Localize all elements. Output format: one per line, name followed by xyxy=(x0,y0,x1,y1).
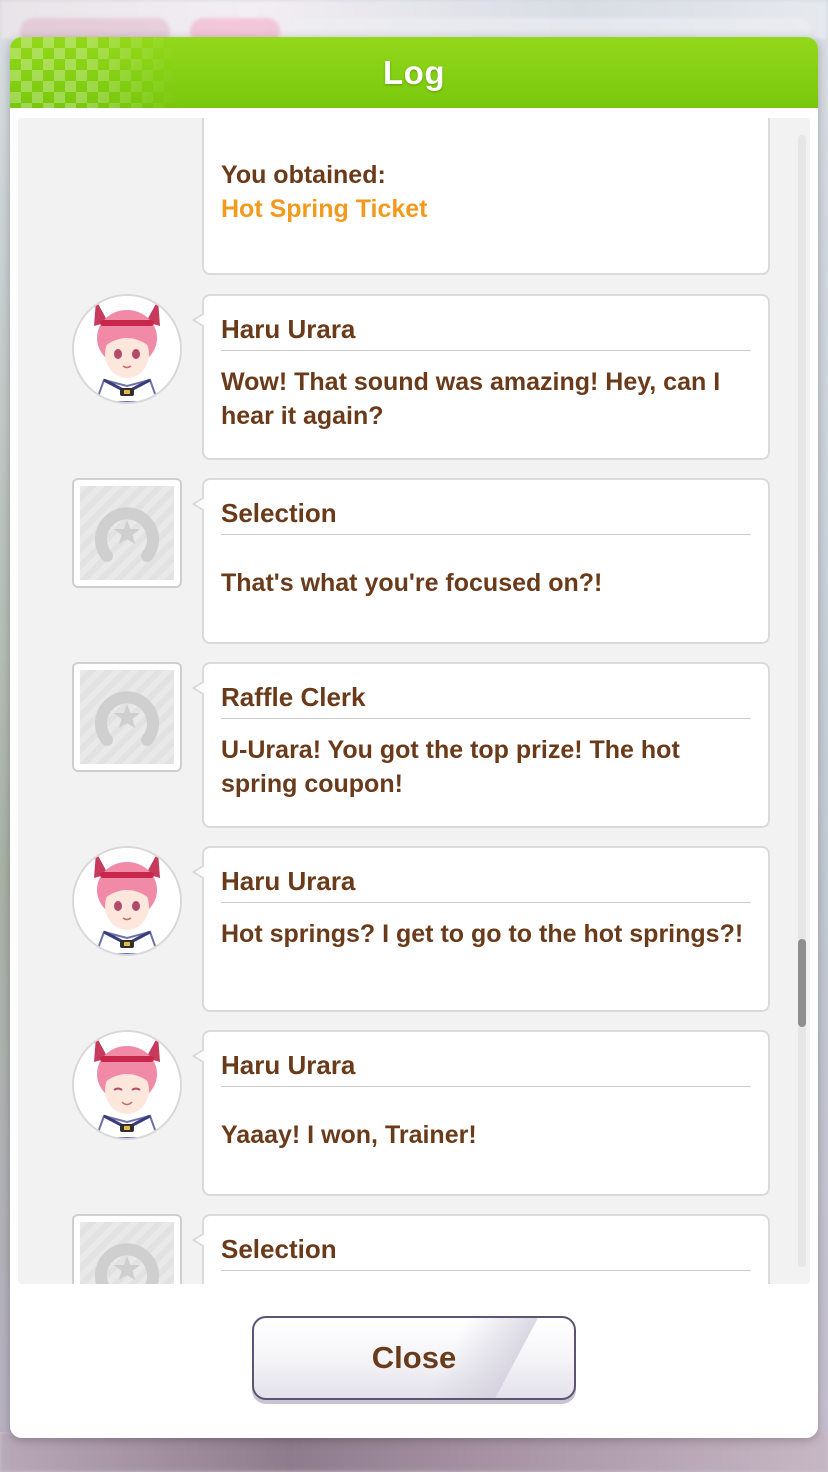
log-scroll-area[interactable]: You obtained: Hot Spring Ticket Haru Ura… xyxy=(18,118,810,1284)
dialogue-text: Yaaay! I won, Trainer! xyxy=(221,1121,477,1149)
placeholder-avatar xyxy=(72,662,182,772)
speaker-name: Raffle Clerk xyxy=(221,676,751,719)
reward-bubble: You obtained: Hot Spring Ticket xyxy=(202,118,770,275)
placeholder-avatar xyxy=(72,478,182,588)
reward-text: You obtained: xyxy=(221,161,386,189)
scrollbar-thumb[interactable] xyxy=(798,939,806,1027)
speaker-name: Selection xyxy=(221,1228,751,1271)
horseshoe-icon xyxy=(95,691,159,746)
dialog-footer: Close xyxy=(10,1286,818,1438)
haru-urara-avatar xyxy=(72,846,182,956)
speaker-name: Selection xyxy=(221,492,751,535)
dialogue-bubble: Raffle Clerk U-Urara! You got the top pr… xyxy=(192,662,770,828)
haru-urara-avatar xyxy=(72,1030,182,1140)
reward-item: Hot Spring Ticket xyxy=(221,195,428,223)
dialogue-bubble: Haru Urara Yaaay! I won, Trainer! xyxy=(192,1030,770,1196)
haru-urara-portrait-icon xyxy=(74,848,180,954)
haru-urara-portrait-icon xyxy=(74,1032,180,1138)
close-button-label: Close xyxy=(371,1340,457,1375)
dialogue-text: U-Urara! You got the top prize! The hot … xyxy=(221,736,680,798)
background-bottom xyxy=(0,1432,828,1472)
horseshoe-icon xyxy=(95,1243,159,1284)
speaker-name: Haru Urara xyxy=(221,308,751,351)
dialogue-text: Hot springs? I get to go to the hot spri… xyxy=(221,920,744,948)
haru-urara-portrait-icon xyxy=(74,296,180,402)
speaker-name: Haru Urara xyxy=(221,860,751,903)
dialogue-bubble: Haru Urara Wow! That sound was amazing! … xyxy=(192,294,770,460)
dialog-title: Log xyxy=(383,53,445,91)
header-pattern xyxy=(10,37,180,108)
haru-urara-avatar xyxy=(72,294,182,404)
speaker-name: Haru Urara xyxy=(221,1044,751,1087)
horseshoe-icon xyxy=(95,507,159,562)
log-dialog: Log You obtained: Hot Spring Ticket Haru… xyxy=(10,37,818,1438)
dialogue-bubble: Haru Urara Hot springs? I get to go to t… xyxy=(192,846,770,1012)
dialogue-text: Wow! That sound was amazing! Hey, can I … xyxy=(221,368,721,430)
dialogue-bubble: Selection That's what you're focused on?… xyxy=(192,478,770,644)
placeholder-avatar xyxy=(72,1214,182,1284)
dialogue-bubble: Selection xyxy=(192,1214,770,1284)
scrollbar-track[interactable] xyxy=(798,135,806,1267)
close-button[interactable]: Close xyxy=(252,1316,576,1400)
dialogue-text: That's what you're focused on?! xyxy=(221,569,603,597)
dialog-header: Log xyxy=(10,37,818,108)
